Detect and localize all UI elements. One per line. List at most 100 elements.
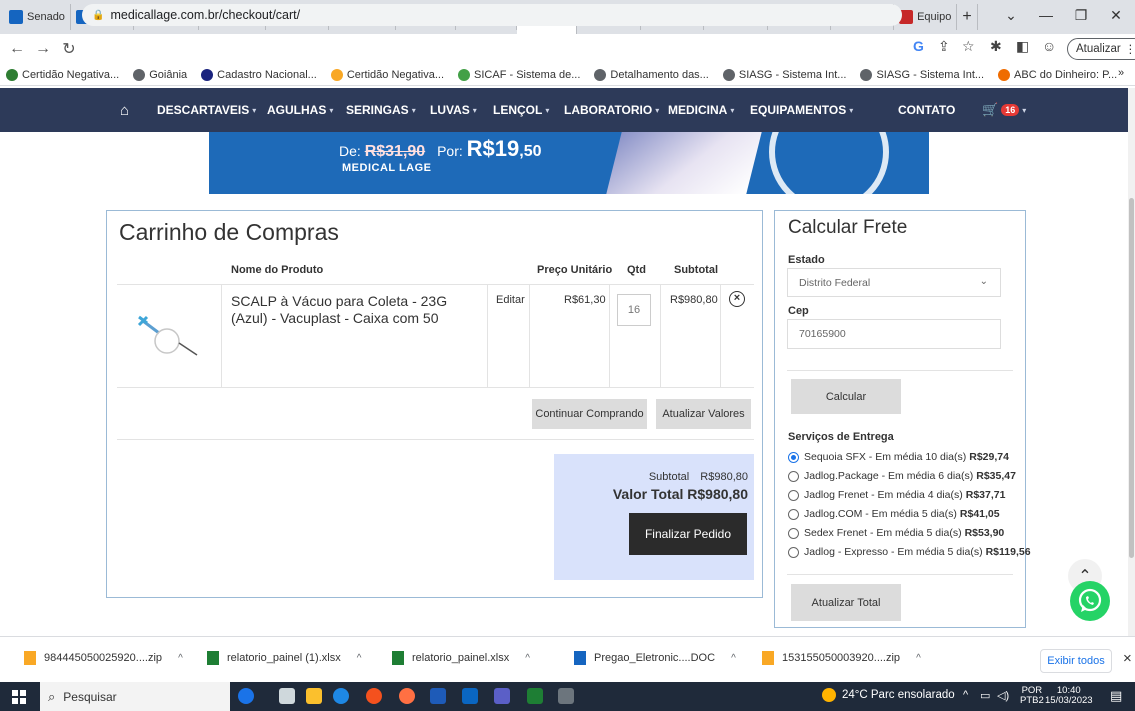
scrollbar-thumb[interactable] bbox=[1129, 198, 1134, 558]
forward-icon[interactable]: → bbox=[30, 40, 56, 58]
excel-icon[interactable] bbox=[527, 688, 543, 704]
bookmark-star-icon[interactable]: ☆ bbox=[962, 38, 975, 55]
notifications-icon[interactable]: ▤ bbox=[1110, 688, 1122, 704]
bookmark-item[interactable]: SICAF - Sistema de... bbox=[458, 68, 580, 81]
download-item[interactable]: Pregao_Eletronic....DOC ^ bbox=[574, 651, 736, 665]
share-icon[interactable]: ⇪ bbox=[938, 38, 950, 55]
shipping-option-radio[interactable] bbox=[788, 451, 799, 463]
close-window-icon[interactable]: ✕ bbox=[1099, 0, 1133, 30]
bookmark-item[interactable]: Goiânia bbox=[133, 68, 187, 81]
bookmark-item[interactable]: Cadastro Nacional... bbox=[201, 68, 317, 81]
menu-dots-icon[interactable]: ⋮ bbox=[1125, 42, 1135, 56]
bookmark-item[interactable]: Certidão Negativa... bbox=[330, 68, 444, 81]
whatsapp-button[interactable] bbox=[1070, 581, 1110, 621]
chrome-profile-icon[interactable] bbox=[399, 688, 415, 704]
cep-input[interactable]: 70165900 bbox=[787, 319, 1001, 349]
nav-item-seringas[interactable]: SERINGAS ▾ bbox=[346, 88, 416, 132]
word-icon[interactable] bbox=[430, 688, 446, 704]
shipping-option[interactable]: Sedex Frenet - Em média 5 dia(s) R$53,90 bbox=[788, 527, 1004, 539]
state-select[interactable]: Distrito Federal ⌄ bbox=[787, 268, 1001, 297]
maximize-icon[interactable]: ❐ bbox=[1064, 0, 1098, 30]
shipping-option[interactable]: Sequoia SFX - Em média 10 dia(s) R$29,74 bbox=[788, 451, 1009, 463]
shipping-option-radio[interactable] bbox=[788, 470, 799, 482]
nav-item-laboratorio[interactable]: LABORATORIO ▾ bbox=[564, 88, 659, 132]
nav-item-agulhas[interactable]: AGULHAS ▾ bbox=[267, 88, 333, 132]
bookmark-item[interactable]: Certidão Negativa... bbox=[6, 68, 119, 81]
outlook-icon[interactable] bbox=[462, 688, 478, 704]
network-icon[interactable]: ▭ bbox=[980, 689, 990, 702]
download-item[interactable]: 153155050003920....zip ^ bbox=[762, 651, 921, 665]
shipping-option[interactable]: Jadlog - Expresso - Em média 5 dia(s) R$1… bbox=[788, 546, 1031, 558]
profile-avatar-icon[interactable]: ☺ bbox=[1042, 38, 1056, 54]
new-tab-button[interactable]: + bbox=[957, 4, 978, 30]
bookmarks-overflow-icon[interactable]: » bbox=[1118, 67, 1124, 79]
product-thumbnail[interactable] bbox=[137, 315, 209, 357]
chevron-up-icon[interactable]: ^ bbox=[178, 653, 183, 664]
update-total-button[interactable]: Atualizar Total bbox=[791, 584, 901, 621]
taskbar-search[interactable]: ⌕ Pesquisar bbox=[40, 682, 230, 711]
download-item[interactable]: relatorio_painel.xlsx ^ bbox=[392, 651, 530, 665]
nav-item-lençol[interactable]: LENÇOL ▾ bbox=[493, 88, 549, 132]
browser-tab[interactable]: Senado bbox=[4, 4, 71, 30]
shipping-option-radio[interactable] bbox=[788, 508, 799, 520]
bookmark-item[interactable]: Detalhamento das... bbox=[594, 68, 709, 81]
edge-icon[interactable] bbox=[333, 688, 349, 704]
shipping-option-radio[interactable] bbox=[788, 489, 799, 501]
weather-widget[interactable]: 24°C Parc ensolarado bbox=[822, 688, 955, 702]
nav-cart[interactable]: 🛒 16 ▾ bbox=[982, 88, 1026, 132]
remove-item-icon[interactable]: × bbox=[729, 291, 745, 307]
bookmark-item[interactable]: SIASG - Sistema Int... bbox=[722, 68, 846, 81]
chrome-icon[interactable] bbox=[366, 688, 382, 704]
calculator-icon[interactable] bbox=[558, 688, 574, 704]
browser-update-button[interactable]: Atualizar ⋮ bbox=[1067, 38, 1135, 60]
shipping-option-radio[interactable] bbox=[788, 546, 799, 558]
system-clock[interactable]: 10:40 15/03/2023 bbox=[1045, 686, 1093, 706]
chevron-up-icon[interactable]: ^ bbox=[525, 653, 530, 664]
extensions-icon[interactable]: ✱ bbox=[990, 38, 1002, 55]
close-downloads-icon[interactable]: × bbox=[1123, 650, 1132, 667]
reload-icon[interactable]: ↻ bbox=[56, 39, 82, 59]
update-values-button[interactable]: Atualizar Valores bbox=[656, 399, 751, 429]
shipping-option-radio[interactable] bbox=[788, 527, 799, 539]
edit-item-link[interactable]: Editar bbox=[496, 294, 525, 306]
language-indicator[interactable]: POR PTB2 bbox=[1020, 686, 1044, 706]
back-icon[interactable]: ← bbox=[4, 40, 30, 58]
tab-search-icon[interactable]: ⌄ bbox=[994, 0, 1028, 30]
calculate-button[interactable]: Calcular bbox=[791, 379, 901, 414]
download-item[interactable]: relatorio_painel (1).xlsx ^ bbox=[207, 651, 361, 665]
chevron-up-icon[interactable]: ^ bbox=[731, 653, 736, 664]
shipping-option[interactable]: Jadlog.Package - Em média 6 dia(s) R$35,4… bbox=[788, 470, 1016, 482]
home-icon[interactable]: ⌂ bbox=[120, 88, 129, 132]
bookmark-item[interactable]: SIASG - Sistema Int... bbox=[860, 68, 984, 81]
bing-icon[interactable] bbox=[238, 688, 254, 704]
minimize-icon[interactable]: — bbox=[1029, 0, 1063, 30]
chevron-up-icon[interactable]: ^ bbox=[357, 653, 362, 664]
shipping-option[interactable]: Jadlog.COM - Em média 5 dia(s) R$41,05 bbox=[788, 508, 1000, 520]
continue-shopping-button[interactable]: Continuar Comprando bbox=[532, 399, 647, 429]
finalize-order-button[interactable]: Finalizar Pedido bbox=[629, 513, 747, 555]
bookmark-item[interactable]: ABC do Dinheiro: P... bbox=[998, 68, 1117, 81]
nav-item-luvas[interactable]: LUVAS ▾ bbox=[430, 88, 477, 132]
page-scrollbar[interactable] bbox=[1128, 88, 1135, 636]
browser-tab[interactable]: Equipo bbox=[894, 4, 958, 30]
quantity-input[interactable] bbox=[617, 294, 651, 326]
windows-start-icon[interactable] bbox=[12, 690, 26, 704]
product-name[interactable]: SCALP à Vácuo para Coleta - 23G (Azul) -… bbox=[231, 293, 481, 327]
shipping-option[interactable]: Jadlog Frenet - Em média 4 dia(s) R$37,71 bbox=[788, 489, 1005, 501]
nav-item-contato[interactable]: CONTATO bbox=[898, 88, 955, 132]
show-all-downloads-button[interactable]: Exibir todos bbox=[1040, 649, 1112, 673]
promo-banner[interactable]: De: R$31,90 Por: R$19,50 MEDICAL LAGE bbox=[209, 132, 929, 194]
chevron-up-icon[interactable]: ^ bbox=[963, 689, 968, 701]
chevron-up-icon[interactable]: ^ bbox=[916, 653, 921, 664]
google-icon[interactable]: G bbox=[913, 38, 924, 54]
nav-item-medicina[interactable]: MEDICINA ▾ bbox=[668, 88, 734, 132]
nav-item-equipamentos[interactable]: EQUIPAMENTOS ▾ bbox=[750, 88, 853, 132]
file-explorer-icon[interactable] bbox=[306, 688, 322, 704]
volume-icon[interactable]: ◁) bbox=[997, 689, 1009, 702]
download-item[interactable]: 984445050025920....zip ^ bbox=[24, 651, 183, 665]
url-field[interactable]: 🔒 medicallage.com.br/checkout/cart/ bbox=[82, 4, 902, 26]
side-panel-icon[interactable]: ◧ bbox=[1016, 38, 1029, 55]
nav-item-descartaveis[interactable]: DESCARTAVEIS ▾ bbox=[157, 88, 256, 132]
teams-icon[interactable] bbox=[494, 688, 510, 704]
task-view-icon[interactable] bbox=[279, 688, 295, 704]
